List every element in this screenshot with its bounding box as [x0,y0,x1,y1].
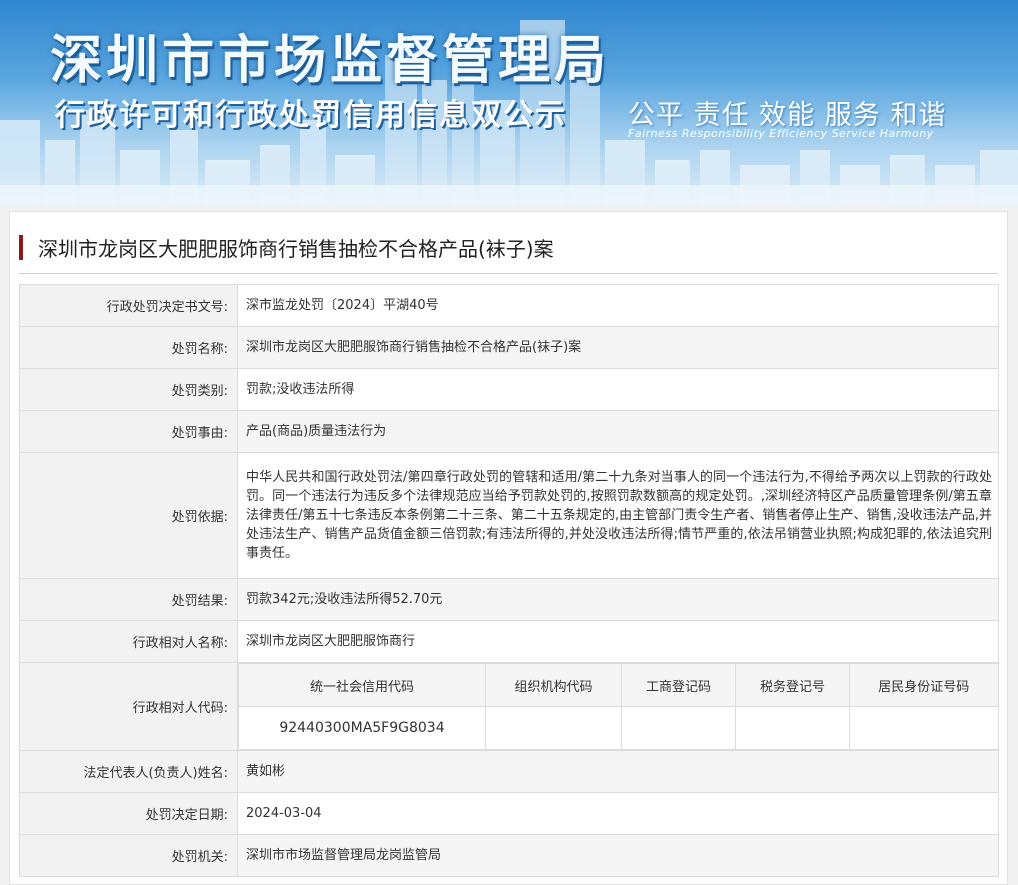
party-code-label: 行政相对人代码: [19,662,238,751]
basis-value: 中华人民共和国行政处罚法/第四章行政处罚的管辖和适用/第二十九条对当事人的同一个… [237,452,999,579]
row-authority: 处罚机关: 深圳市市场监督管理局龙岗监管局 [19,834,999,877]
authority-value: 深圳市市场监督管理局龙岗监管局 [237,834,999,877]
header-tax-reg: 税务登记号 [735,663,850,707]
decision-date-label: 处罚决定日期: [19,792,238,835]
header-org-code: 组织机构代码 [485,663,622,707]
case-title: 深圳市龙岗区大肥肥服饰商行销售抽检不合格产品(袜子)案 [38,237,554,261]
cause-label: 处罚事由: [19,410,238,453]
party-code-cell: 统一社会信用代码 组织机构代码 工商登记码 税务登记号 居民身份证号码 9244… [238,663,999,751]
banner-slogan-en: Fairness Responsibility Efficiency Servi… [628,127,934,140]
row-party-code: 行政相对人代码: 统一社会信用代码 组织机构代码 工商登记码 税务登记号 居民身… [19,662,999,751]
penalty-info-table: 行政处罚决定书文号: 深市监龙处罚〔2024〕平湖40号 处罚名称: 深圳市龙岗… [19,284,999,877]
legal-rep-label: 法定代表人(负责人)姓名: [19,750,238,793]
title-accent-bar [19,235,23,260]
banner-subtitle: 行政许可和行政处罚信用信息双公示 [55,98,567,133]
content-panel: 深圳市龙岗区大肥肥服饰商行销售抽检不合格产品(袜子)案 行政处罚决定书文号: 深… [9,211,1008,885]
row-category: 处罚类别: 罚款;没收违法所得 [19,368,999,411]
value-tax-reg [735,706,850,750]
value-org-code [485,706,622,750]
party-name-label: 行政相对人名称: [19,620,238,663]
basis-label: 处罚依据: [19,452,238,579]
name-label: 处罚名称: [19,326,238,369]
header-credit-code: 统一社会信用代码 [238,663,486,707]
row-party-name: 行政相对人名称: 深圳市龙岗区大肥肥服饰商行 [19,620,999,663]
case-title-bar: 深圳市龙岗区大肥肥服饰商行销售抽检不合格产品(袜子)案 [19,227,998,274]
header-id-number: 居民身份证号码 [849,663,999,707]
value-id-number [849,706,999,750]
value-business-reg [621,706,736,750]
header-business-reg: 工商登记码 [621,663,736,707]
row-result: 处罚结果: 罚款342元;没收违法所得52.70元 [19,578,999,621]
row-legal-rep: 法定代表人(负责人)姓名: 黄如彬 [19,750,999,793]
category-value: 罚款;没收违法所得 [237,368,999,411]
authority-label: 处罚机关: [19,834,238,877]
party-code-table: 统一社会信用代码 组织机构代码 工商登记码 税务登记号 居民身份证号码 9244… [238,663,999,750]
row-basis: 处罚依据: 中华人民共和国行政处罚法/第四章行政处罚的管辖和适用/第二十九条对当… [19,452,999,579]
result-label: 处罚结果: [19,578,238,621]
banner-title: 深圳市市场监督管理局 [50,31,611,91]
doc-no-value: 深市监龙处罚〔2024〕平湖40号 [237,284,999,327]
row-cause: 处罚事由: 产品(商品)质量违法行为 [19,410,999,453]
name-value: 深圳市龙岗区大肥肥服饰商行销售抽检不合格产品(袜子)案 [237,326,999,369]
party-code-header-row: 统一社会信用代码 组织机构代码 工商登记码 税务登记号 居民身份证号码 [238,663,999,707]
header-banner: 深圳市市场监督管理局 行政许可和行政处罚信用信息双公示 公平 责任 效能 服务 … [0,0,1018,205]
doc-no-label: 行政处罚决定书文号: [19,284,238,327]
row-decision-date: 处罚决定日期: 2024-03-04 [19,792,999,835]
cause-value: 产品(商品)质量违法行为 [237,410,999,453]
result-value: 罚款342元;没收违法所得52.70元 [237,578,999,621]
value-credit-code: 92440300MA5F9G8034 [238,706,486,750]
party-code-value-row: 92440300MA5F9G8034 [238,706,999,750]
category-label: 处罚类别: [19,368,238,411]
row-doc-no: 行政处罚决定书文号: 深市监龙处罚〔2024〕平湖40号 [19,284,999,327]
legal-rep-value: 黄如彬 [237,750,999,793]
decision-date-value: 2024-03-04 [237,792,999,835]
row-name: 处罚名称: 深圳市龙岗区大肥肥服饰商行销售抽检不合格产品(袜子)案 [19,326,999,369]
party-name-value: 深圳市龙岗区大肥肥服饰商行 [237,620,999,663]
